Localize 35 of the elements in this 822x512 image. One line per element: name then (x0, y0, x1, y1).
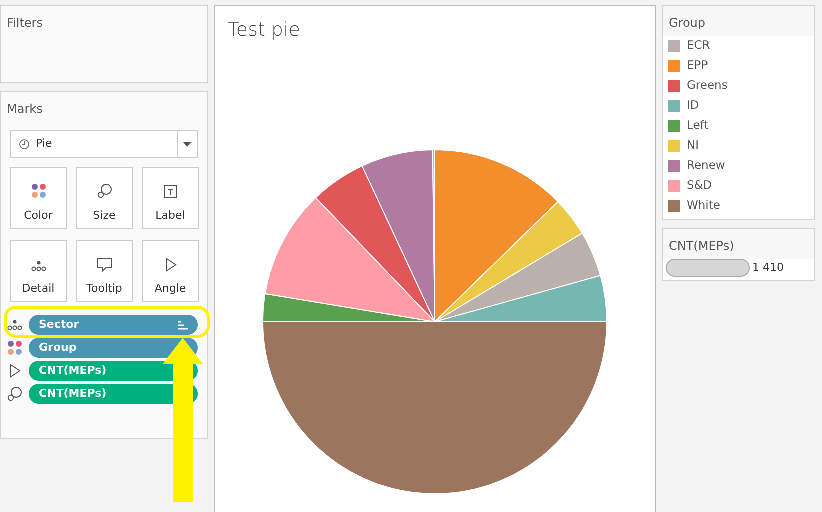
caret-icon (183, 142, 192, 146)
legend-item[interactable]: ID (663, 96, 814, 116)
dots-icon (30, 260, 46, 272)
legend-item[interactable]: NI (663, 136, 814, 156)
text-icon (164, 184, 178, 198)
clock-icon (19, 138, 30, 150)
mark-card-button[interactable]: Size (76, 167, 133, 229)
mark-card-button[interactable]: Color (10, 167, 67, 229)
legend-item[interactable]: White (663, 196, 814, 216)
chart-title: Test pie (228, 18, 302, 43)
legend-item[interactable]: Greens (663, 76, 814, 96)
arrow-icon (163, 338, 203, 502)
color-icon (7, 340, 23, 356)
mark-card-button[interactable]: Detail (10, 240, 67, 302)
triangle-icon (8, 364, 22, 378)
legend-item[interactable]: S&D (663, 176, 814, 196)
mark-card-button[interactable]: Angle (142, 240, 199, 302)
circles-icon (7, 386, 23, 402)
legend-title: Group (663, 6, 814, 36)
legend-item[interactable]: Left (663, 116, 814, 136)
legend-title: CNT(MEPs) (663, 229, 814, 259)
color-icon (30, 182, 46, 198)
legend-item[interactable]: EPP (663, 56, 814, 76)
mark-card-button[interactable]: Tooltip (76, 240, 133, 302)
dots-icon (7, 319, 23, 331)
legend-item[interactable]: Renew (663, 156, 814, 176)
size-value: 1 410 (752, 260, 784, 276)
legend-item[interactable]: ECR (663, 36, 814, 56)
panel-title: Marks (7, 101, 44, 118)
triangle-icon (164, 258, 178, 272)
circles-icon (96, 182, 112, 198)
mark-card-button[interactable]: Label (142, 167, 199, 229)
panel-title: Filters (6, 15, 44, 32)
mark-type-dropdown[interactable]: Pie (10, 130, 198, 158)
speech-bubble-icon (96, 258, 112, 272)
